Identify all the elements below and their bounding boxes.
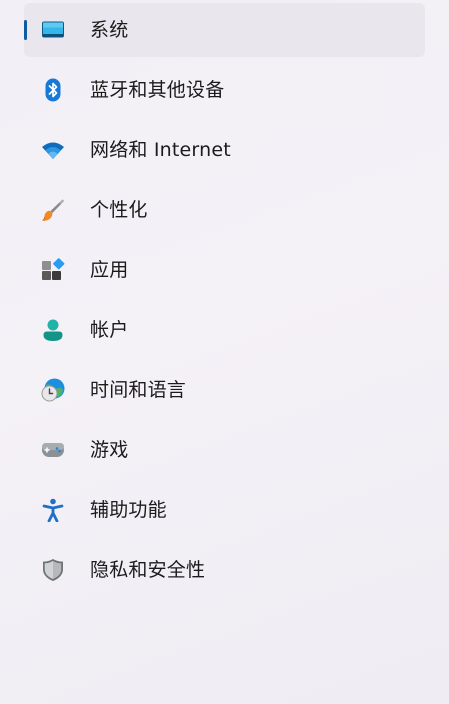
nav-item-apps[interactable]: 应用 <box>24 243 425 297</box>
nav-item-accessibility[interactable]: 辅助功能 <box>24 483 425 537</box>
time-language-icon <box>41 378 65 402</box>
nav-item-label: 帐户 <box>90 319 129 341</box>
gamepad-icon <box>42 443 64 457</box>
nav-item-label: 网络和 Internet <box>90 139 231 161</box>
nav-item-personalization[interactable]: 个性化 <box>24 183 425 237</box>
accessibility-icon <box>42 498 64 522</box>
apps-icon <box>42 258 65 280</box>
nav-item-label: 蓝牙和其他设备 <box>90 79 225 101</box>
nav-item-system[interactable]: 系统 <box>24 3 425 57</box>
account-icon <box>43 319 63 341</box>
settings-nav: 系统 蓝牙和其他设备 网络和 Internet 个性化 应用 帐户 时间和语言 … <box>24 3 425 603</box>
nav-item-privacy-security[interactable]: 隐私和安全性 <box>24 543 425 597</box>
nav-item-bluetooth[interactable]: 蓝牙和其他设备 <box>24 63 425 117</box>
nav-item-label: 个性化 <box>90 199 148 221</box>
nav-item-time-language[interactable]: 时间和语言 <box>24 363 425 417</box>
nav-item-label: 时间和语言 <box>90 379 187 401</box>
bluetooth-icon <box>45 78 61 102</box>
nav-item-accounts[interactable]: 帐户 <box>24 303 425 357</box>
nav-item-label: 应用 <box>90 259 129 281</box>
nav-item-network[interactable]: 网络和 Internet <box>24 123 425 177</box>
shield-icon <box>43 559 63 581</box>
nav-item-label: 隐私和安全性 <box>90 559 206 581</box>
nav-item-label: 辅助功能 <box>90 499 167 521</box>
system-display-icon <box>42 21 64 38</box>
nav-item-label: 系统 <box>90 19 129 41</box>
nav-item-label: 游戏 <box>90 439 129 461</box>
nav-item-gaming[interactable]: 游戏 <box>24 423 425 477</box>
paintbrush-icon <box>42 199 64 221</box>
wifi-icon <box>42 142 64 159</box>
selection-indicator <box>24 20 27 40</box>
